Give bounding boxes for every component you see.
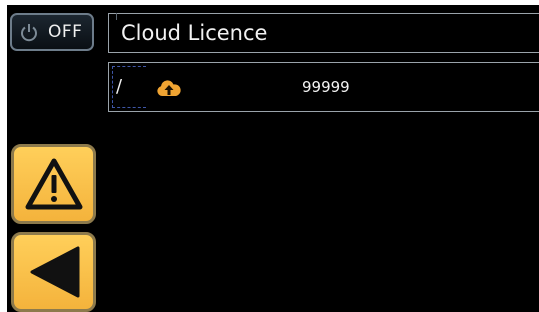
page-title: Cloud Licence bbox=[121, 21, 268, 45]
power-icon bbox=[18, 21, 40, 43]
page-title-bar: Cloud Licence bbox=[108, 13, 539, 53]
warning-button[interactable] bbox=[11, 144, 96, 224]
power-state-label: OFF bbox=[48, 22, 83, 42]
back-button[interactable] bbox=[11, 232, 96, 312]
power-toggle-button[interactable]: OFF bbox=[10, 13, 94, 51]
licence-list-item[interactable]: / 99999 bbox=[108, 62, 539, 112]
device-screen: OFF Cloud Licence / 99999 bbox=[7, 5, 539, 312]
licence-value: 99999 bbox=[302, 78, 350, 96]
cloud-upload-icon bbox=[155, 77, 183, 99]
back-arrow-icon bbox=[30, 246, 79, 298]
row-cursor: / bbox=[116, 76, 123, 97]
warning-icon bbox=[25, 158, 82, 210]
title-divider bbox=[116, 13, 117, 20]
